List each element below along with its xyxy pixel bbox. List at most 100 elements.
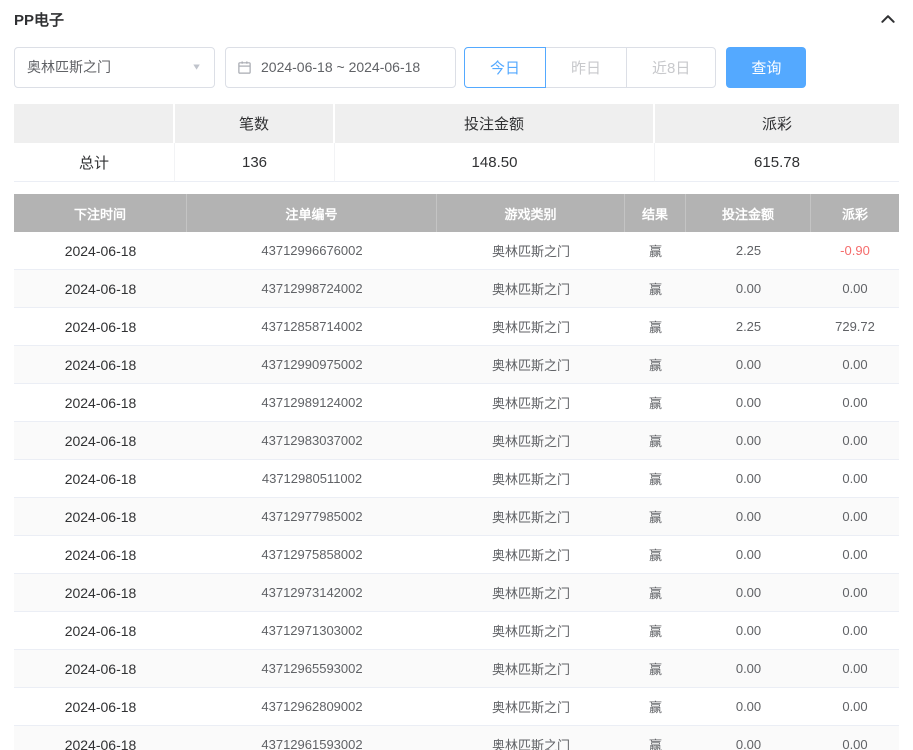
last-8-days-button[interactable]: 近8日 — [626, 47, 716, 88]
quick-date-button-group: 今日 昨日 近8日 — [464, 47, 716, 88]
summary-bet-value: 148.50 — [335, 143, 655, 182]
game-type-cell: 奥林匹斯之门 — [437, 270, 625, 307]
today-button[interactable]: 今日 — [464, 47, 546, 88]
game-type-cell: 奥林匹斯之门 — [437, 422, 625, 459]
order-no-cell: 43712990975002 — [187, 346, 437, 383]
summary-header-payout: 派彩 — [655, 104, 899, 143]
game-type-cell: 奥林匹斯之门 — [437, 688, 625, 725]
game-type-cell: 奥林匹斯之门 — [437, 612, 625, 649]
result-cell: 赢 — [625, 308, 686, 345]
payout-cell: 0.00 — [811, 422, 899, 459]
result-cell: 赢 — [625, 726, 686, 750]
bet-time-cell: 2024-06-18 — [14, 270, 187, 307]
bet-time-cell: 2024-06-18 — [14, 460, 187, 497]
result-cell: 赢 — [625, 232, 686, 269]
summary-header-blank — [14, 104, 175, 143]
bet-amount-cell: 0.00 — [686, 726, 811, 750]
game-type-cell: 奥林匹斯之门 — [437, 346, 625, 383]
bet-records-table: 下注时间注单编号游戏类别结果投注金额派彩 2024-06-18437129966… — [14, 194, 899, 750]
payout-cell: 0.00 — [811, 574, 899, 611]
table-row: 2024-06-1843712996676002奥林匹斯之门赢2.25-0.90 — [14, 232, 899, 270]
bet-amount-cell: 0.00 — [686, 688, 811, 725]
collapse-button[interactable] — [877, 8, 899, 30]
order-no-cell: 43712996676002 — [187, 232, 437, 269]
order-no-cell: 43712971303002 — [187, 612, 437, 649]
search-button[interactable]: 查询 — [726, 47, 806, 88]
game-select[interactable]: 奥林匹斯之门 ▼ — [14, 47, 215, 88]
game-type-cell: 奥林匹斯之门 — [437, 536, 625, 573]
panel-header: PP电子 — [14, 6, 899, 32]
summary-header-row: 笔数 投注金额 派彩 — [14, 104, 899, 143]
result-cell: 赢 — [625, 612, 686, 649]
game-select-value: 奥林匹斯之门 — [27, 57, 111, 77]
bet-amount-cell: 0.00 — [686, 384, 811, 421]
game-type-cell: 奥林匹斯之门 — [437, 460, 625, 497]
summary-payout-value: 615.78 — [655, 143, 899, 182]
result-cell: 赢 — [625, 384, 686, 421]
column-header-2: 游戏类别 — [437, 194, 625, 232]
payout-cell: 0.00 — [811, 612, 899, 649]
yesterday-button[interactable]: 昨日 — [545, 47, 627, 88]
result-cell: 赢 — [625, 460, 686, 497]
game-type-cell: 奥林匹斯之门 — [437, 384, 625, 421]
chevron-down-icon: ▼ — [191, 62, 202, 72]
game-type-cell: 奥林匹斯之门 — [437, 232, 625, 269]
bet-time-cell: 2024-06-18 — [14, 726, 187, 750]
table-row: 2024-06-1843712980511002奥林匹斯之门赢0.000.00 — [14, 460, 899, 498]
bet-time-cell: 2024-06-18 — [14, 308, 187, 345]
bet-amount-cell: 2.25 — [686, 232, 811, 269]
chevron-up-icon — [879, 10, 897, 28]
table-row: 2024-06-1843712858714002奥林匹斯之门赢2.25729.7… — [14, 308, 899, 346]
table-row: 2024-06-1843712975858002奥林匹斯之门赢0.000.00 — [14, 536, 899, 574]
date-range-input[interactable]: 2024-06-18 ~ 2024-06-18 — [225, 47, 456, 88]
order-no-cell: 43712962809002 — [187, 688, 437, 725]
summary-header-bet: 投注金额 — [335, 104, 655, 143]
order-no-cell: 43712965593002 — [187, 650, 437, 687]
result-cell: 赢 — [625, 650, 686, 687]
column-header-0: 下注时间 — [14, 194, 187, 232]
table-body: 2024-06-1843712996676002奥林匹斯之门赢2.25-0.90… — [14, 232, 899, 750]
bet-amount-cell: 2.25 — [686, 308, 811, 345]
order-no-cell: 43712961593002 — [187, 726, 437, 750]
table-row: 2024-06-1843712983037002奥林匹斯之门赢0.000.00 — [14, 422, 899, 460]
payout-cell: 0.00 — [811, 536, 899, 573]
result-cell: 赢 — [625, 346, 686, 383]
payout-cell: 0.00 — [811, 270, 899, 307]
summary-total-label: 总计 — [14, 143, 175, 182]
result-cell: 赢 — [625, 270, 686, 307]
bet-amount-cell: 0.00 — [686, 612, 811, 649]
bet-amount-cell: 0.00 — [686, 346, 811, 383]
payout-cell: 0.00 — [811, 460, 899, 497]
table-header-row: 下注时间注单编号游戏类别结果投注金额派彩 — [14, 194, 899, 232]
pp-electronic-panel: PP电子 奥林匹斯之门 ▼ 2024-06-18 ~ 2024-06-18 今日… — [0, 0, 913, 750]
summary-header-count: 笔数 — [175, 104, 335, 143]
result-cell: 赢 — [625, 498, 686, 535]
table-row: 2024-06-1843712998724002奥林匹斯之门赢0.000.00 — [14, 270, 899, 308]
bet-time-cell: 2024-06-18 — [14, 574, 187, 611]
payout-cell: 729.72 — [811, 308, 899, 345]
order-no-cell: 43712858714002 — [187, 308, 437, 345]
bet-amount-cell: 0.00 — [686, 270, 811, 307]
payout-cell: 0.00 — [811, 498, 899, 535]
bet-time-cell: 2024-06-18 — [14, 536, 187, 573]
table-row: 2024-06-1843712977985002奥林匹斯之门赢0.000.00 — [14, 498, 899, 536]
payout-cell: -0.90 — [811, 232, 899, 269]
table-row: 2024-06-1843712971303002奥林匹斯之门赢0.000.00 — [14, 612, 899, 650]
game-type-cell: 奥林匹斯之门 — [437, 650, 625, 687]
bet-time-cell: 2024-06-18 — [14, 688, 187, 725]
game-type-cell: 奥林匹斯之门 — [437, 498, 625, 535]
bet-time-cell: 2024-06-18 — [14, 498, 187, 535]
table-row: 2024-06-1843712965593002奥林匹斯之门赢0.000.00 — [14, 650, 899, 688]
payout-cell: 0.00 — [811, 688, 899, 725]
table-row: 2024-06-1843712973142002奥林匹斯之门赢0.000.00 — [14, 574, 899, 612]
result-cell: 赢 — [625, 574, 686, 611]
date-range-value: 2024-06-18 ~ 2024-06-18 — [261, 59, 420, 75]
page-title: PP电子 — [14, 9, 64, 30]
summary-table: 笔数 投注金额 派彩 总计 136 148.50 615.78 — [14, 104, 899, 182]
column-header-1: 注单编号 — [187, 194, 437, 232]
order-no-cell: 43712973142002 — [187, 574, 437, 611]
bet-amount-cell: 0.00 — [686, 536, 811, 573]
column-header-5: 派彩 — [811, 194, 899, 232]
result-cell: 赢 — [625, 688, 686, 725]
table-row: 2024-06-1843712961593002奥林匹斯之门赢0.000.00 — [14, 726, 899, 750]
